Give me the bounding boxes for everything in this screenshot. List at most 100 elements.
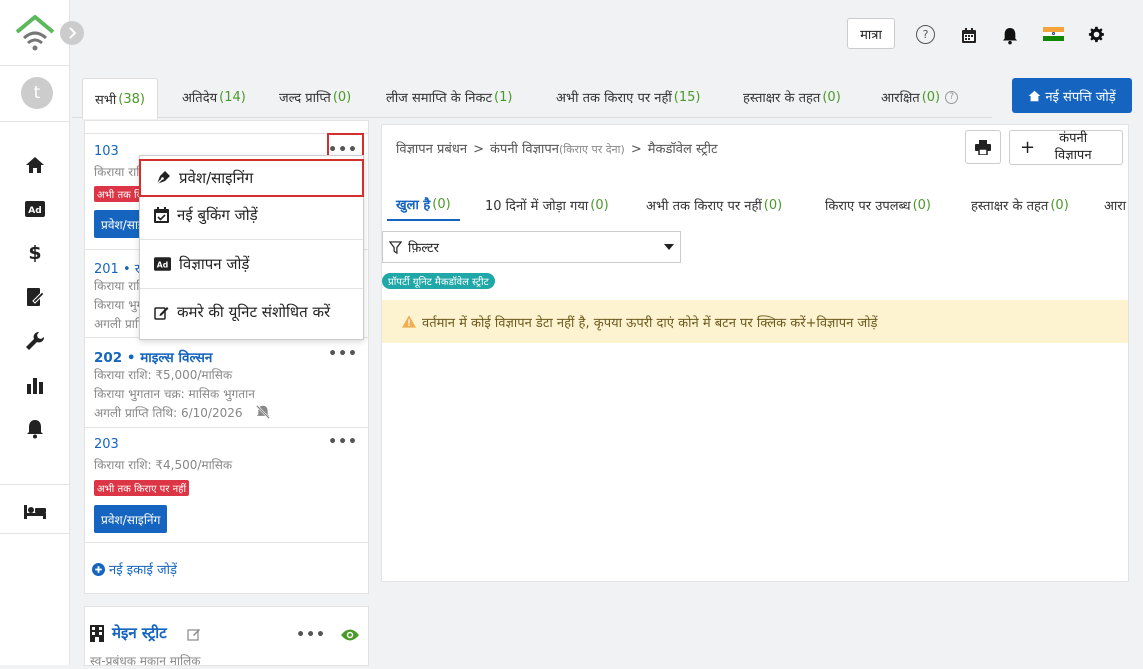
add-property-label: नई संपत्ति जोड़ें	[1045, 89, 1116, 105]
property-card[interactable]: मेइन स्ट्रीट ••• स्व-प्रबंधक मकान मालिक	[84, 606, 369, 668]
dollar-icon[interactable]: $	[22, 242, 48, 264]
list-item	[85, 121, 368, 134]
filter-label: फ़िल्टर	[408, 241, 439, 256]
building-icon	[90, 625, 106, 643]
subtab-added-10-days[interactable]: 10 दिनों में जोड़ा गया (0)	[485, 189, 609, 221]
tab-lease-ending[interactable]: लीज समाप्ति के निकट (1)	[386, 76, 512, 118]
contract-icon[interactable]	[22, 286, 48, 308]
svg-text:Ad: Ad	[157, 260, 168, 269]
wrench-icon[interactable]	[22, 330, 48, 352]
tab-not-rented[interactable]: अभी तक किराए पर नहीं (15)	[556, 76, 700, 118]
tab-under-signing[interactable]: हस्ताक्षर के तहत (0)	[743, 76, 841, 118]
property-tabs: सभी (38) अतिदेय (14) जल्द प्राप्ति (0) लीज …	[72, 76, 992, 119]
subtab-count: (0)	[590, 197, 609, 213]
property-subtitle: स्व-प्रबंधक मकान मालिक	[90, 654, 201, 668]
breadcrumb: विज्ञापन प्रबंधन > कंपनी विज्ञापन(किराए …	[396, 139, 718, 157]
menu-item-check-in[interactable]: प्रवेश/साइनिंग	[139, 159, 364, 197]
rent-amount: किराया राशि: ₹5,000/मासिक	[94, 368, 233, 382]
plus-icon: +	[1020, 137, 1036, 158]
tab-overdue[interactable]: अतिदेय (14)	[182, 76, 246, 118]
tab-all[interactable]: सभी (38)	[82, 78, 158, 119]
tab-count: (0)	[921, 89, 941, 105]
subtab-under-signing[interactable]: हस्ताक्षर के तहत (0)	[971, 189, 1069, 221]
bed-icon[interactable]	[22, 500, 48, 522]
tab-label: अभी तक किराए पर नहीं	[556, 91, 672, 106]
subtab-count: (0)	[912, 197, 932, 213]
quantity-button[interactable]: मात्रा	[847, 18, 895, 49]
plus-circle-icon	[92, 562, 105, 576]
filter-tag[interactable]: प्रॉपर्टी यूनिट मैकडॉवेल स्ट्रीट	[382, 273, 495, 289]
bar-chart-icon[interactable]	[22, 374, 48, 396]
tab-count: (38)	[118, 91, 145, 107]
eye-icon[interactable]	[340, 627, 360, 641]
subtab-count: (0)	[763, 197, 783, 213]
menu-item-label: विज्ञापन जोड़ें	[179, 255, 250, 273]
unit-title[interactable]: 103	[94, 144, 119, 159]
print-button[interactable]	[965, 130, 1001, 164]
more-options-icon[interactable]: •••	[328, 434, 358, 450]
notification-bell-icon[interactable]	[1000, 26, 1020, 46]
edit-icon	[154, 306, 169, 320]
tab-label: आरक्षित	[881, 91, 920, 106]
logo-icon[interactable]	[14, 14, 56, 52]
subtab-open[interactable]: खुला है (0)	[387, 189, 460, 221]
avatar[interactable]: t	[21, 77, 53, 109]
subtab-reserved[interactable]: आरा	[1104, 189, 1128, 221]
breadcrumb-item[interactable]: कंपनी विज्ञापन(किराए पर देना)	[490, 139, 625, 157]
warning-icon	[402, 315, 416, 328]
company-ad-button[interactable]: + कंपनी विज्ञापन	[1009, 130, 1123, 165]
subtab-count: (0)	[432, 196, 451, 212]
rent-amount: किराया राशि: ₹4,500/मासिक	[94, 458, 233, 472]
home-icon[interactable]	[22, 154, 48, 176]
property-name[interactable]: मेइन स्ट्रीट	[112, 623, 167, 643]
menu-item-edit-unit[interactable]: कमरे की यूनिट संशोधित करें	[140, 295, 363, 329]
subtab-count: (0)	[1050, 197, 1069, 213]
india-flag-icon[interactable]	[1043, 27, 1064, 41]
subtab-label: अभी तक किराए पर नहीं	[646, 199, 762, 214]
bell-slash-icon[interactable]	[255, 404, 271, 420]
breadcrumb-separator: >	[473, 142, 484, 157]
menu-item-add-booking[interactable]: नई बुकिंग जोड़ें	[140, 198, 363, 232]
ad-icon[interactable]: Ad	[22, 198, 48, 220]
edit-icon[interactable]	[187, 626, 201, 641]
sidebar-toggle-button[interactable]	[60, 21, 84, 45]
subtab-label: हस्ताक्षर के तहत	[971, 199, 1049, 214]
help-icon[interactable]: ?	[945, 90, 959, 104]
unit-card[interactable]: 202 • माइल्स विल्सन ••• किराया राशि: ₹5,…	[85, 338, 368, 428]
more-options-icon[interactable]: •••	[296, 627, 326, 643]
pen-nib-icon	[156, 171, 170, 185]
add-property-button[interactable]: नई संपत्ति जोड़ें	[1012, 78, 1132, 113]
chevron-right-icon	[69, 27, 77, 39]
add-unit-link[interactable]: नई इकाई जोड़ें	[92, 560, 177, 578]
unit-card[interactable]: 203 ••• किराया राशि: ₹4,500/मासिक अभी तक…	[85, 428, 368, 543]
calendar-icon[interactable]	[960, 26, 978, 44]
calendar-check-icon	[154, 207, 169, 223]
tab-label: अतिदेय	[182, 91, 218, 106]
subtab-label: किराए पर उपलब्ध	[825, 199, 911, 214]
filter-icon	[389, 240, 402, 254]
unit-title[interactable]: 203	[94, 437, 119, 452]
subtab-not-rented[interactable]: अभी तक किराए पर नहीं (0)	[646, 189, 782, 221]
subtab-label: आरा	[1104, 199, 1126, 214]
breadcrumb-separator: >	[630, 142, 642, 157]
ad-icon: Ad	[154, 257, 171, 271]
tab-reserved[interactable]: आरक्षित (0)?	[881, 76, 959, 118]
gear-icon[interactable]	[1087, 25, 1105, 43]
tab-count: (0)	[822, 89, 841, 105]
help-icon[interactable]: ?	[916, 25, 935, 44]
breadcrumb-item[interactable]: विज्ञापन प्रबंधन	[396, 139, 467, 157]
tab-count: (1)	[494, 89, 513, 105]
warning-text: वर्तमान में कोई विज्ञापन डेटा नहीं है, क…	[422, 315, 878, 331]
menu-item-add-ad[interactable]: Ad विज्ञापन जोड़ें	[140, 247, 363, 281]
breadcrumb-current: मैकडॉवेल स्ट्रीट	[647, 142, 718, 157]
subtab-label: 10 दिनों में जोड़ा गया	[485, 199, 589, 214]
check-in-button[interactable]: प्रवेश/साइनिंग	[94, 505, 168, 533]
tab-receiving-soon[interactable]: जल्द प्राप्ति (0)	[279, 76, 351, 118]
more-options-icon[interactable]: •••	[328, 346, 358, 362]
unit-title[interactable]: 202 • माइल्स विल्सन	[94, 348, 212, 366]
filter-dropdown[interactable]: फ़िल्टर	[382, 231, 681, 263]
breadcrumb-label: कंपनी विज्ञापन	[489, 142, 559, 157]
subtab-available[interactable]: किराए पर उपलब्ध (0)	[825, 189, 931, 221]
bell-icon[interactable]	[22, 418, 48, 440]
tab-count: (0)	[332, 89, 352, 105]
